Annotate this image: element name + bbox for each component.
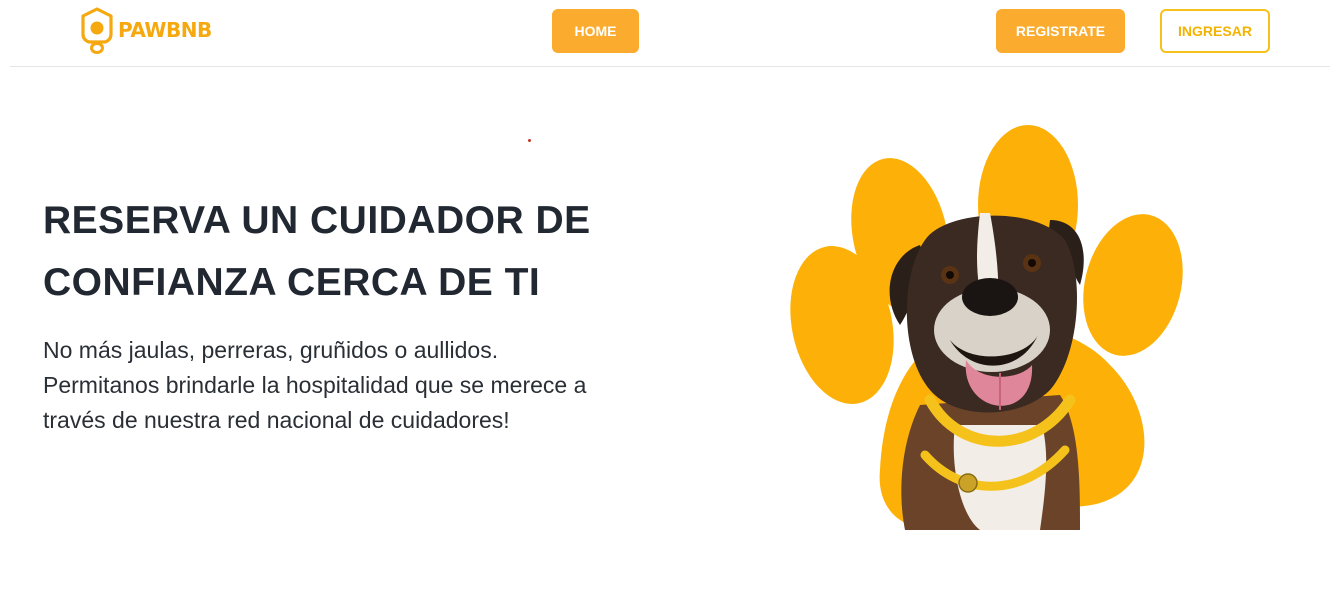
brand-name: PAWBNB [118,18,212,42]
navbar: PAWBNB HOME REGISTRATE INGRESAR [10,0,1330,67]
hero-title-line-2: CONFIANZA CERCA DE TI [43,261,541,304]
paw-shield-logo-icon [81,7,113,54]
hero-title-line-1: RESERVA UN CUIDADOR DE [43,199,591,242]
logo-link[interactable]: PAWBNB [78,6,212,54]
paw-toe-right [1083,214,1183,356]
dog-nose [962,278,1018,316]
register-button[interactable]: REGISTRATE [996,9,1125,53]
paw-dog-illustration [790,125,1183,530]
home-button[interactable]: HOME [552,9,639,53]
hero-description: No más jaulas, perreras, gruñidos o aull… [43,337,587,433]
collar-tag-icon [958,473,978,493]
decorative-dot [528,139,531,142]
login-button[interactable]: INGRESAR [1160,9,1270,53]
hero-title: RESERVA UN CUIDADOR DE CONFIANZA CERCA D… [43,190,683,314]
